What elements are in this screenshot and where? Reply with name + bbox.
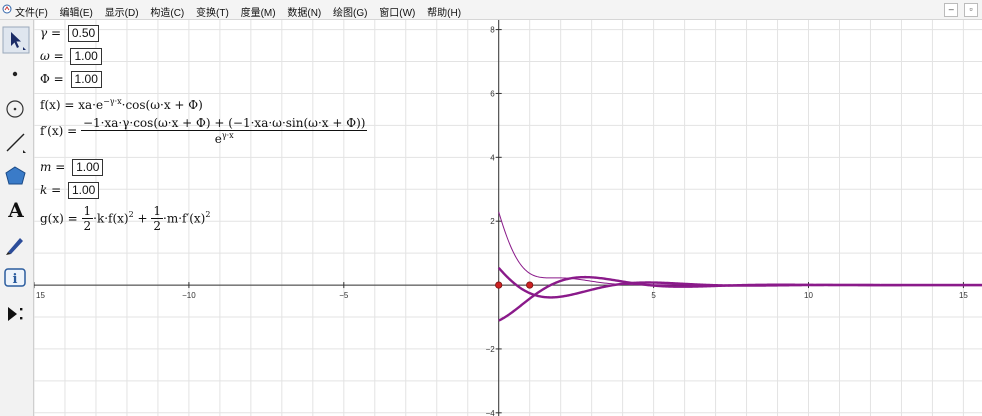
y-tick-label: 2 (490, 217, 495, 226)
parameter-gamma[interactable]: γ = 0.50 (40, 24, 100, 42)
f-rhs: ·cos(ω·x + Φ) (121, 98, 203, 112)
m-value[interactable]: 1.00 (72, 159, 104, 176)
svg-text:i: i (13, 272, 18, 287)
omega-value[interactable]: 1.00 (70, 48, 102, 65)
menu-graph[interactable]: 绘图(G) (333, 4, 367, 19)
g-half-fraction-1: 12 (81, 204, 94, 233)
fprime-numerator: −1·xa·γ·cos(ω·x + Φ) + (−1·xa·ω·sin(ω·x … (80, 116, 368, 131)
y-tick-label: 4 (490, 153, 495, 162)
menu-help[interactable]: 帮助(H) (427, 4, 461, 19)
text-tool[interactable]: A (2, 196, 30, 224)
function-g-definition[interactable]: g(x) = 1 2 ·k·f(x)2 + 1 2 ·m·f′(x)2 (40, 204, 210, 240)
m-equals: = (51, 160, 70, 174)
menu-file[interactable]: 文件(F) (15, 4, 48, 19)
menu-bar: 文件(F) 编辑(E) 显示(D) 构造(C) 变换(T) 度量(M) 数据(N… (0, 0, 982, 20)
gamma-equals: = (47, 26, 65, 40)
fprime-den-exponent: γ·x (221, 131, 234, 140)
sketch-canvas[interactable]: 15 −10 −5 5 10 15 8 6 4 2 −2 −4 γ = 0.50 ω = 1.00 Φ… (34, 20, 982, 416)
menu-window[interactable]: 窗口(W) (379, 4, 415, 19)
point[interactable] (495, 281, 503, 289)
restore-button[interactable]: ▫ (964, 3, 978, 17)
menu-display[interactable]: 显示(D) (105, 4, 139, 19)
menu-transform[interactable]: 变换(T) (196, 4, 229, 19)
x-tick-label: 15 (36, 291, 45, 300)
phi-label: Φ (40, 72, 50, 86)
g-term1: ·k·f(x) (93, 211, 129, 226)
y-tick-label: 6 (490, 89, 495, 98)
x-tick-label: −5 (339, 291, 349, 300)
arrow-icon (2, 26, 30, 54)
g-half-num-1: 1 (81, 204, 94, 219)
point-tool[interactable] (2, 60, 30, 88)
information-tool[interactable]: i (2, 264, 30, 292)
info-icon: i (4, 268, 26, 287)
text-a-icon: A (8, 198, 24, 222)
function-f-definition[interactable]: f(x) = xa·e−γ·x·cos(ω·x + Φ) (40, 93, 203, 112)
y-tick-label: −2 (486, 345, 496, 354)
g-half-num-2: 1 (151, 204, 164, 219)
k-value[interactable]: 1.00 (67, 182, 100, 199)
app-icon (2, 4, 12, 14)
menu-construct[interactable]: 构造(C) (150, 4, 184, 19)
y-tick-label: −4 (486, 409, 496, 416)
curve-f[interactable] (497, 267, 982, 299)
f-lhs: f(x) = xa·e (40, 98, 104, 112)
marker-pen-icon (6, 238, 23, 255)
g-plus: + (133, 211, 152, 226)
g-half-den-1: 2 (83, 219, 92, 233)
marker-tool[interactable] (2, 230, 30, 258)
y-tick-label: 8 (490, 26, 495, 35)
x-tick-label: 10 (804, 291, 813, 300)
x-tick-label: 15 (959, 291, 968, 300)
phi-value[interactable]: 1.00 (70, 71, 102, 88)
g-half-fraction-2: 12 (151, 204, 164, 233)
compass-tool[interactable] (2, 94, 30, 122)
fprime-lhs: f′(x) = (40, 124, 81, 138)
polygon-icon (5, 166, 26, 185)
gamma-value[interactable]: 0.50 (67, 25, 100, 42)
circle-icon (6, 100, 24, 118)
x-tick-label: 5 (651, 291, 656, 300)
fprime-denominator: eγ·x (81, 131, 367, 146)
function-fprime-definition[interactable]: f′(x) = −1·xa·γ·cos(ω·x + Φ) + (−1·xa·ω·… (40, 116, 368, 152)
omega-label: ω (40, 49, 50, 63)
omega-equals: = (49, 49, 68, 63)
curve-f-prime[interactable] (498, 275, 982, 322)
parameter-m[interactable]: m = 1.00 (40, 158, 104, 176)
toolbox: A i (0, 20, 34, 416)
arrow-select-tool[interactable] (2, 26, 30, 54)
menu-edit[interactable]: 编辑(E) (60, 4, 93, 19)
g-term2-square: 2 (205, 210, 211, 219)
fprime-fraction: −1·xa·γ·cos(ω·x + Φ) + (−1·xa·ω·sin(ω·x … (80, 116, 368, 146)
point[interactable] (526, 281, 534, 289)
parameter-omega[interactable]: ω = 1.00 (40, 47, 102, 65)
custom-tool[interactable] (2, 300, 30, 328)
polygon-tool[interactable] (2, 162, 30, 190)
g-term2: ·m·f′(x) (163, 211, 206, 226)
menu-measure[interactable]: 度量(M) (241, 4, 276, 19)
point-icon (12, 71, 18, 77)
k-equals: = (47, 183, 65, 197)
phi-equals: = (49, 72, 68, 86)
fprime-den-base: e (214, 132, 222, 146)
play-custom-icon (8, 307, 23, 321)
sketchpad-window: 文件(F) 编辑(E) 显示(D) 构造(C) 变换(T) 度量(M) 数据(N… (0, 0, 982, 416)
parameter-k[interactable]: k = 1.00 (40, 181, 100, 199)
minimize-button[interactable]: – (944, 3, 959, 17)
g-lhs: g(x) = (40, 211, 82, 226)
f-exponent: −γ·x (103, 97, 122, 106)
parameter-phi[interactable]: Φ = 1.00 (40, 70, 102, 88)
x-tick-label: −10 (182, 291, 196, 300)
straightedge-tool[interactable] (2, 128, 30, 156)
line-segment-icon (6, 133, 26, 153)
menu-data[interactable]: 数据(N) (287, 4, 321, 19)
curve-g[interactable] (498, 211, 982, 286)
m-label: m (40, 160, 52, 174)
g-half-den-2: 2 (153, 219, 162, 233)
